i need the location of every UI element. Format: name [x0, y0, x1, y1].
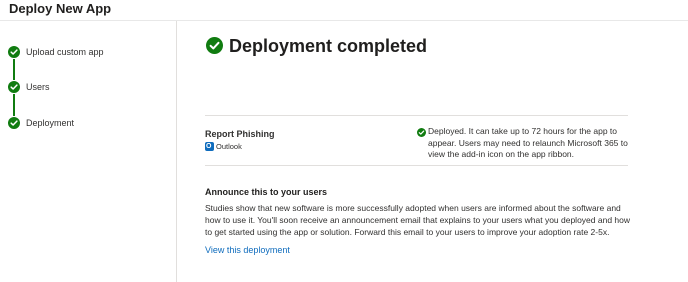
announce-body: Studies show that new software is more s…	[205, 203, 631, 237]
step-label: Upload custom app	[26, 47, 104, 57]
divider	[205, 115, 628, 116]
step-connector	[13, 59, 15, 80]
checkmark-circle-icon	[8, 46, 20, 58]
outlook-icon: O	[205, 142, 214, 151]
step-label: Deployment	[26, 118, 75, 128]
divider	[205, 165, 628, 166]
view-deployment-link[interactable]: View this deployment	[205, 245, 290, 255]
step-label: Users	[26, 82, 50, 92]
page-title: Deployment completed	[229, 36, 428, 56]
checkmark-circle-icon	[206, 37, 223, 54]
top-bar: Deploy New App	[0, 0, 688, 21]
deployment-status-text: Deployed. It can take up to 72 hours for…	[428, 126, 628, 159]
wizard-steps-sidebar: Upload custom app Users Deployment	[0, 21, 177, 282]
checkmark-circle-icon	[417, 128, 426, 137]
checkmark-circle-icon	[8, 81, 20, 93]
checkmark-circle-icon	[8, 117, 20, 129]
app-title: Deploy New App	[9, 1, 112, 16]
announce-heading: Announce this to your users	[205, 187, 328, 197]
main-content: Deployment completed Report Phishing O O…	[178, 21, 688, 282]
host-app-label: Outlook	[216, 142, 242, 151]
deployed-app-name: Report Phishing	[205, 129, 275, 139]
step-connector	[13, 94, 15, 116]
